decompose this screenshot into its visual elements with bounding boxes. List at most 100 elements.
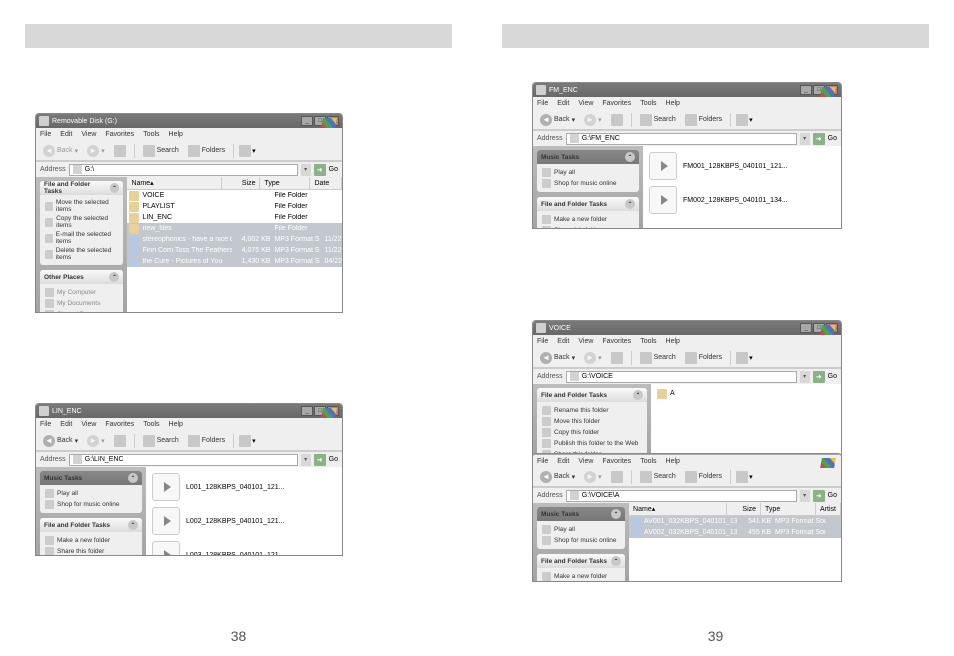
task-play-all[interactable]: Play all bbox=[542, 524, 620, 535]
file-row[interactable]: Finn Corn Toss The Feathers4,075 KBMP3 F… bbox=[127, 245, 342, 256]
place-my-computer[interactable]: My Computer bbox=[45, 287, 118, 298]
task-copy[interactable]: Copy the selected items bbox=[45, 214, 118, 230]
menu-help[interactable]: Help bbox=[666, 100, 680, 107]
back-button[interactable]: ◄Back▾ bbox=[40, 434, 81, 448]
audio-file-item[interactable]: FM001_128KBPS_040101_121... bbox=[649, 152, 835, 180]
search-button[interactable]: Search bbox=[140, 434, 182, 448]
up-button[interactable] bbox=[111, 434, 129, 448]
panel-header-file-folder-tasks[interactable]: File and Folder Tasks⌃ bbox=[537, 388, 647, 402]
menu-favorites[interactable]: Favorites bbox=[105, 421, 134, 428]
audio-file-item[interactable]: FM002_128KBPS_040101_134... bbox=[649, 186, 835, 214]
panel-header-file-folder-tasks[interactable]: File and Folder Tasks⌃ bbox=[40, 181, 123, 195]
panel-header-music-tasks[interactable]: Music Tasks⌃ bbox=[40, 471, 142, 485]
menu-file[interactable]: File bbox=[537, 100, 548, 107]
back-button[interactable]: ◄Back▾ bbox=[40, 144, 81, 158]
file-row[interactable]: the Cure - Pictures of You1,430 KBMP3 Fo… bbox=[127, 256, 342, 267]
task-play-all[interactable]: Play all bbox=[45, 488, 137, 499]
task-move[interactable]: Move this folder bbox=[542, 416, 642, 427]
task-make-folder[interactable]: Make a new folder bbox=[542, 214, 634, 225]
titlebar[interactable]: LIN_ENC _ □ ✕ bbox=[36, 404, 342, 418]
search-button[interactable]: Search bbox=[637, 351, 679, 365]
forward-button[interactable]: ►▾ bbox=[84, 144, 108, 158]
go-button[interactable]: ➜ bbox=[813, 371, 825, 383]
menu-edit[interactable]: Edit bbox=[557, 458, 569, 465]
go-button[interactable]: ➜ bbox=[813, 490, 825, 502]
search-button[interactable]: Search bbox=[140, 144, 182, 158]
address-input[interactable]: G:\FM_ENC bbox=[566, 133, 797, 145]
forward-button[interactable]: ►▾ bbox=[581, 470, 605, 484]
up-button[interactable] bbox=[608, 470, 626, 484]
column-headers[interactable]: Name ▴ Size Type Date bbox=[127, 177, 342, 190]
titlebar[interactable]: VOICE _ □ ✕ bbox=[533, 321, 841, 335]
menu-favorites[interactable]: Favorites bbox=[105, 131, 134, 138]
back-button[interactable]: ◄Back▾ bbox=[537, 113, 578, 127]
menu-view[interactable]: View bbox=[578, 458, 593, 465]
menu-edit[interactable]: Edit bbox=[557, 100, 569, 107]
menu-view[interactable]: View bbox=[81, 421, 96, 428]
menu-tools[interactable]: Tools bbox=[640, 458, 656, 465]
forward-button[interactable]: ►▾ bbox=[581, 351, 605, 365]
file-row[interactable]: PLAYLISTFile Folder bbox=[127, 201, 342, 212]
place-my-documents[interactable]: My Documents bbox=[45, 298, 118, 309]
address-input[interactable]: G:\VOICE\A bbox=[566, 490, 797, 502]
menu-tools[interactable]: Tools bbox=[143, 131, 159, 138]
panel-header-file-folder-tasks[interactable]: File and Folder Tasks⌃ bbox=[537, 197, 639, 211]
views-button[interactable]: ▾ bbox=[736, 352, 753, 364]
folders-button[interactable]: Folders bbox=[682, 113, 725, 127]
go-button[interactable]: ➜ bbox=[314, 164, 326, 176]
task-shop-online[interactable]: Shop for music online bbox=[45, 499, 137, 510]
task-share-folder[interactable]: Share this folder bbox=[542, 225, 634, 229]
task-move[interactable]: Move the selected items bbox=[45, 198, 118, 214]
task-share-folder[interactable]: Share this folder bbox=[45, 546, 137, 556]
menu-tools[interactable]: Tools bbox=[143, 421, 159, 428]
panel-header-file-folder-tasks[interactable]: File and Folder Tasks⌃ bbox=[537, 554, 625, 568]
folders-button[interactable]: Folders bbox=[185, 434, 228, 448]
back-button[interactable]: ◄Back▾ bbox=[537, 470, 578, 484]
audio-file-item[interactable]: L003_128KBPS_040101_121... bbox=[152, 541, 336, 556]
views-button[interactable]: ▾ bbox=[736, 114, 753, 126]
up-button[interactable] bbox=[608, 351, 626, 365]
forward-button[interactable]: ►▾ bbox=[84, 434, 108, 448]
task-play-all[interactable]: Play all bbox=[542, 167, 634, 178]
address-input[interactable]: G:\ bbox=[69, 164, 298, 176]
address-dropdown[interactable]: ▾ bbox=[800, 371, 810, 383]
address-input[interactable]: G:\VOICE bbox=[566, 371, 797, 383]
panel-header-music-tasks[interactable]: Music Tasks⌃ bbox=[537, 507, 625, 521]
panel-header-music-tasks[interactable]: Music Tasks⌃ bbox=[537, 150, 639, 164]
views-button[interactable]: ▾ bbox=[736, 471, 753, 483]
audio-file-item[interactable]: L001_128KBPS_040101_121... bbox=[152, 473, 336, 501]
menu-favorites[interactable]: Favorites bbox=[602, 100, 631, 107]
menu-help[interactable]: Help bbox=[169, 421, 183, 428]
menu-help[interactable]: Help bbox=[666, 338, 680, 345]
titlebar[interactable]: Removable Disk (G:) _ □ ✕ bbox=[36, 114, 342, 128]
search-button[interactable]: Search bbox=[637, 470, 679, 484]
menu-help[interactable]: Help bbox=[169, 131, 183, 138]
titlebar[interactable]: FM_ENC _ □ ✕ bbox=[533, 83, 841, 97]
search-button[interactable]: Search bbox=[637, 113, 679, 127]
folders-button[interactable]: Folders bbox=[682, 351, 725, 365]
views-button[interactable]: ▾ bbox=[239, 145, 256, 157]
menu-edit[interactable]: Edit bbox=[60, 421, 72, 428]
panel-header-file-folder-tasks[interactable]: File and Folder Tasks⌃ bbox=[40, 518, 142, 532]
file-row[interactable]: VOICEFile Folder bbox=[127, 190, 342, 201]
forward-button[interactable]: ►▾ bbox=[581, 113, 605, 127]
address-input[interactable]: G:\LIN_ENC bbox=[69, 454, 298, 466]
task-shop-online[interactable]: Shop for music online bbox=[542, 535, 620, 546]
file-row[interactable]: new_filesFile Folder bbox=[127, 223, 342, 234]
up-button[interactable] bbox=[608, 113, 626, 127]
address-dropdown[interactable]: ▾ bbox=[301, 164, 311, 176]
task-rename[interactable]: Rename this folder bbox=[542, 405, 642, 416]
menu-view[interactable]: View bbox=[578, 338, 593, 345]
views-button[interactable]: ▾ bbox=[239, 435, 256, 447]
place-shared-documents[interactable]: Shared Documents bbox=[45, 309, 118, 313]
go-button[interactable]: ➜ bbox=[314, 454, 326, 466]
minimize-button[interactable]: _ bbox=[800, 323, 812, 333]
audio-file-item[interactable]: L002_128KBPS_040101_121... bbox=[152, 507, 336, 535]
file-row[interactable]: AV002_032KBPS_040101_13...455 KBMP3 Form… bbox=[629, 527, 841, 538]
panel-header-other-places[interactable]: Other Places⌃ bbox=[40, 270, 123, 284]
menu-tools[interactable]: Tools bbox=[640, 100, 656, 107]
task-publish[interactable]: Publish this folder to the Web bbox=[542, 438, 642, 449]
task-delete[interactable]: Delete the selected items bbox=[45, 246, 118, 262]
minimize-button[interactable]: _ bbox=[301, 406, 313, 416]
task-shop-online[interactable]: Shop for music online bbox=[542, 178, 634, 189]
